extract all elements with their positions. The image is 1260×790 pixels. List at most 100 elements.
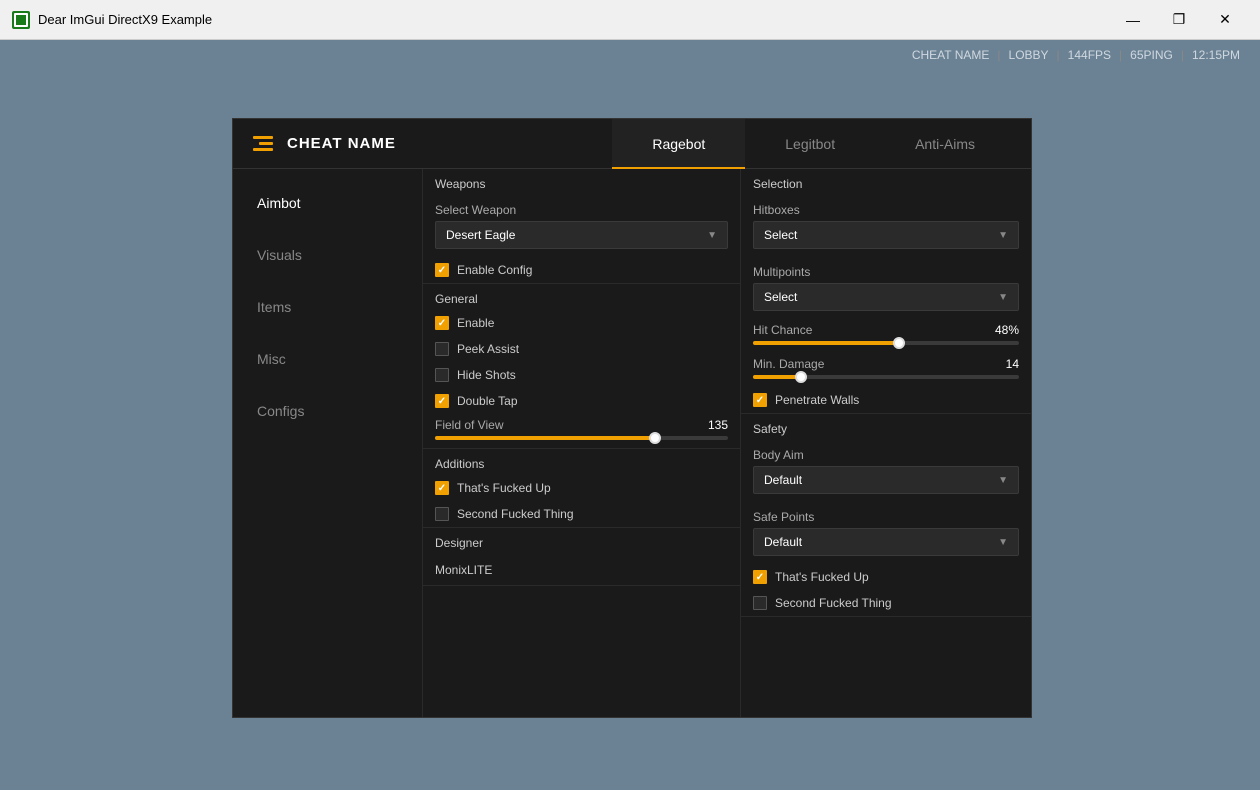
hide-shots-row[interactable]: Hide Shots [423,362,740,388]
double-tap-checkbox[interactable] [435,394,449,408]
time-status: 12:15PM [1192,48,1240,62]
enable-checkbox[interactable] [435,316,449,330]
tab-legitbot[interactable]: Legitbot [745,119,875,169]
hit-chance-thumb[interactable] [893,337,905,349]
fov-value: 135 [708,418,728,432]
body-aim-label: Body Aim [753,448,1019,462]
logo-stripe-3 [253,148,273,151]
enable-row[interactable]: Enable [423,310,740,336]
enable-config-label: Enable Config [457,263,532,277]
logo-stripe-1 [253,136,273,139]
window-body: Aimbot Visuals Items Misc Configs Weapon… [233,169,1031,717]
safety-second-fucked-row[interactable]: Second Fucked Thing [741,590,1031,616]
min-damage-label: Min. Damage [753,357,824,371]
dropdown-arrow-hitboxes: ▼ [998,230,1008,241]
fov-fill [435,436,655,440]
hit-chance-track[interactable] [753,341,1019,345]
weapons-section: Weapons Select Weapon Desert Eagle ▼ Ena… [423,169,740,284]
fps-status: 144FPS [1068,48,1111,62]
tab-anti-aims[interactable]: Anti-Aims [875,119,1015,169]
main-window: CHEAT NAME Ragebot Legitbot Anti-Aims Ai… [232,118,1032,718]
safety-second-fucked-checkbox[interactable] [753,596,767,610]
dropdown-arrow-safe-points: ▼ [998,537,1008,548]
sidebar-item-visuals[interactable]: Visuals [233,229,422,281]
designer-section: Designer MonixLITE [423,528,740,586]
selection-section: Selection Hitboxes Select ▼ Multipoints … [741,169,1031,414]
hitboxes-dropdown[interactable]: Select ▼ [753,221,1019,249]
hit-chance-fill [753,341,899,345]
multipoints-label: Multipoints [753,265,1019,279]
safety-header: Safety [741,414,1031,440]
hit-chance-value: 48% [995,323,1019,337]
peek-assist-checkbox[interactable] [435,342,449,356]
designer-value: MonixLITE [435,563,492,577]
hitboxes-label: Hitboxes [753,203,1019,217]
lobby-status: LOBBY [1009,48,1049,62]
double-tap-row[interactable]: Double Tap [423,388,740,414]
minimize-button[interactable]: — [1110,0,1156,40]
additions-header: Additions [423,449,740,475]
tab-ragebot[interactable]: Ragebot [612,119,745,169]
fov-thumb[interactable] [649,432,661,444]
sep1: | [997,48,1000,62]
close-button[interactable]: ✕ [1202,0,1248,40]
min-damage-value: 14 [1006,357,1019,371]
peek-assist-row[interactable]: Peek Assist [423,336,740,362]
min-damage-slider-row: Min. Damage 14 [741,353,1031,387]
min-damage-thumb[interactable] [795,371,807,383]
hide-shots-checkbox[interactable] [435,368,449,382]
penetrate-walls-checkbox[interactable] [753,393,767,407]
safety-thats-fucked-checkbox[interactable] [753,570,767,584]
safety-thats-fucked-label: That's Fucked Up [775,570,869,584]
double-tap-label: Double Tap [457,394,518,408]
sep3: | [1119,48,1122,62]
sidebar-item-misc[interactable]: Misc [233,333,422,385]
sidebar: Aimbot Visuals Items Misc Configs [233,169,423,717]
enable-label: Enable [457,316,494,330]
sidebar-item-items[interactable]: Items [233,281,422,333]
safety-thats-fucked-row[interactable]: That's Fucked Up [741,564,1031,590]
sep2: | [1057,48,1060,62]
enable-config-checkbox[interactable] [435,263,449,277]
second-fucked-row[interactable]: Second Fucked Thing [423,501,740,527]
logo-icon [249,130,277,158]
second-fucked-label: Second Fucked Thing [457,507,574,521]
title-bar: Dear ImGui DirectX9 Example — ❐ ✕ [0,0,1260,40]
penetrate-walls-label: Penetrate Walls [775,393,859,407]
select-weapon-dropdown[interactable]: Desert Eagle ▼ [435,221,728,249]
window-controls: — ❐ ✕ [1110,0,1248,40]
sidebar-item-configs[interactable]: Configs [233,385,422,437]
safe-points-value: Default [764,535,802,549]
sep4: | [1181,48,1184,62]
penetrate-walls-row[interactable]: Penetrate Walls [741,387,1031,413]
status-bar: CHEAT NAME | LOBBY | 144FPS | 65PING | 1… [912,48,1240,62]
safe-points-group: Safe Points Default ▼ [741,502,1031,564]
enable-config-row[interactable]: Enable Config [423,257,740,283]
select-weapon-group: Select Weapon Desert Eagle ▼ [423,195,740,257]
tabs-row: Ragebot Legitbot Anti-Aims [612,119,1015,169]
hide-shots-label: Hide Shots [457,368,516,382]
peek-assist-label: Peek Assist [457,342,519,356]
general-section: General Enable Peek Assist Hide Shots Do… [423,284,740,449]
body-aim-dropdown[interactable]: Default ▼ [753,466,1019,494]
body-aim-value: Default [764,473,802,487]
select-weapon-value: Desert Eagle [446,228,515,242]
right-panel: Selection Hitboxes Select ▼ Multipoints … [741,169,1031,717]
hitboxes-group: Hitboxes Select ▼ [741,195,1031,257]
min-damage-track[interactable] [753,375,1019,379]
hit-chance-label: Hit Chance [753,323,812,337]
designer-header: Designer [423,528,740,554]
fov-label: Field of View [435,418,503,432]
multipoints-dropdown[interactable]: Select ▼ [753,283,1019,311]
sidebar-item-aimbot[interactable]: Aimbot [233,177,422,229]
thats-fucked-row[interactable]: That's Fucked Up [423,475,740,501]
select-weapon-label: Select Weapon [435,203,728,217]
safe-points-dropdown[interactable]: Default ▼ [753,528,1019,556]
thats-fucked-label: That's Fucked Up [457,481,551,495]
fov-track[interactable] [435,436,728,440]
second-fucked-checkbox[interactable] [435,507,449,521]
restore-button[interactable]: ❐ [1156,0,1202,40]
min-damage-fill [753,375,801,379]
safety-section: Safety Body Aim Default ▼ Safe Points De… [741,414,1031,617]
thats-fucked-checkbox[interactable] [435,481,449,495]
